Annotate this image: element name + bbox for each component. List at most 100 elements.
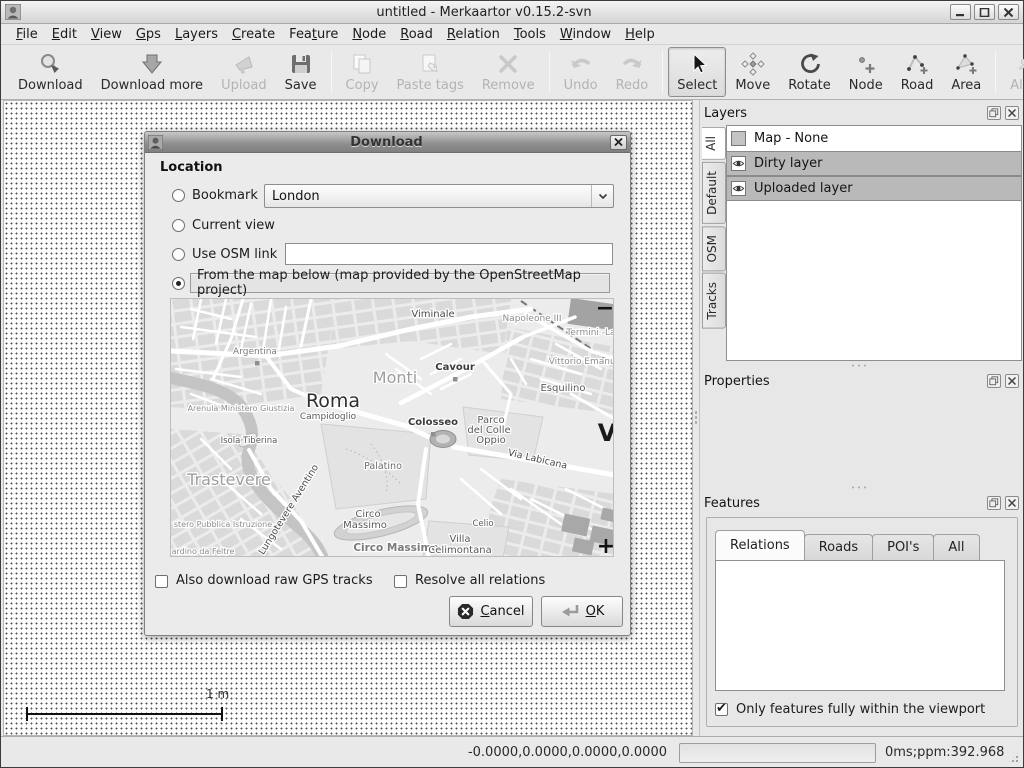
undo-icon (568, 50, 594, 78)
menu-tools[interactable]: Tools (507, 25, 553, 44)
toolbar-button-area[interactable]: Area (942, 47, 990, 97)
current-view-radio[interactable] (172, 219, 185, 232)
dialog-title: Download (163, 135, 610, 150)
gps-tracks-checkbox[interactable] (155, 575, 168, 588)
scale-label: 1 m (206, 687, 229, 701)
menu-window[interactable]: Window (553, 25, 618, 44)
features-panel-header: Features (704, 494, 1019, 512)
map-label-villa: Villa (449, 534, 470, 545)
from-map-radio[interactable] (172, 277, 185, 290)
layers-tab-tracks[interactable]: Tracks (702, 273, 726, 329)
osm-link-input[interactable] (285, 243, 613, 265)
toolbar-button-move[interactable]: Move (726, 47, 779, 97)
layers-tab-all[interactable]: All (702, 127, 726, 160)
cancel-button[interactable]: Cancel (449, 596, 533, 627)
features-tab-roads[interactable]: Roads (804, 534, 873, 560)
toolbar-button-copy[interactable]: Copy (337, 47, 388, 97)
map-zoom-out-button[interactable]: − (596, 299, 614, 321)
menu-feature[interactable]: Feature (282, 25, 345, 44)
layers-tab-default[interactable]: Default (702, 162, 726, 224)
toolbar-button-redo[interactable]: Redo (607, 47, 658, 97)
features-splitter[interactable] (850, 485, 868, 490)
toolbar-button-remove[interactable]: Remove (473, 47, 544, 97)
toolbar-button-download[interactable]: Download (9, 47, 92, 97)
features-float-icon[interactable] (987, 496, 1001, 510)
menu-file[interactable]: File (9, 25, 45, 44)
toolbar-button-label: Area (951, 78, 981, 93)
eye-icon[interactable] (731, 181, 746, 196)
toolbar-button-align[interactable]: Align (1001, 47, 1024, 97)
menu-node[interactable]: Node (345, 25, 393, 44)
layer-label: Uploaded layer (754, 181, 853, 196)
toolbar-separator (549, 51, 550, 93)
ok-button[interactable]: OK (541, 596, 623, 627)
toolbar-separator (331, 51, 332, 93)
map-label-circo: Circo (355, 509, 380, 520)
close-button[interactable] (998, 4, 1019, 20)
dialog-icon (148, 135, 163, 150)
layer-row-dirty-layer[interactable]: Dirty layer (727, 151, 1021, 176)
layers-close-icon[interactable] (1005, 106, 1019, 120)
minimize-button[interactable] (950, 4, 971, 20)
download-map-widget[interactable]: ViminaleNapoleone IIITermini -LaArgentin… (170, 298, 614, 557)
download-more-icon (139, 50, 165, 78)
features-list[interactable] (715, 560, 1005, 691)
map-label-vittorio-emanuele: Vittorio Emanuele (549, 357, 614, 367)
features-tab-relations[interactable]: Relations (715, 530, 805, 560)
bookmark-combo[interactable]: London (264, 184, 614, 208)
viewport-filter-checkbox[interactable] (715, 703, 728, 716)
toolbar-button-label: Node (849, 78, 883, 93)
menu-help[interactable]: Help (618, 25, 662, 44)
map-label-celimontana: Celimontana (428, 545, 491, 556)
toolbar-button-download-more[interactable]: Download more (92, 47, 212, 97)
menu-view[interactable]: View (84, 25, 129, 44)
layer-row-uploaded-layer[interactable]: Uploaded layer (727, 176, 1021, 201)
toolbar-button-rotate[interactable]: Rotate (779, 47, 840, 97)
toolbar-button-label: Download (18, 78, 83, 93)
dialog-title-bar[interactable]: Download (145, 132, 630, 153)
bookmark-radio[interactable] (172, 189, 185, 202)
map-label-termini-la: Termini -La (565, 328, 614, 338)
toolbar: Download Download moreUploadSaveCopyPaste… (1, 45, 1023, 100)
menu-gps[interactable]: Gps (129, 25, 168, 44)
progress-bar (679, 743, 876, 763)
toolbar-button-road[interactable]: Road (892, 47, 943, 97)
eye-icon[interactable] (731, 156, 746, 171)
menu-relation[interactable]: Relation (440, 25, 507, 44)
from-map-radio-label: From the map below (map provided by the … (190, 273, 610, 293)
properties-close-icon[interactable] (1005, 374, 1019, 388)
layer-row-map-none[interactable]: Map - None (727, 126, 1021, 151)
features-panel-title: Features (704, 496, 983, 511)
toolbar-button-label: Select (677, 78, 717, 93)
features-tab-all[interactable]: All (933, 534, 979, 560)
layer-checkbox[interactable] (731, 131, 746, 146)
toolbar-button-node[interactable]: Node (840, 47, 892, 97)
resize-grip-icon[interactable] (1007, 751, 1020, 764)
menu-edit[interactable]: Edit (45, 25, 84, 44)
features-tab-poi-s[interactable]: POI's (872, 534, 934, 560)
toolbar-button-select[interactable]: Select (668, 47, 726, 97)
map-label-monti: Monti (373, 368, 417, 387)
properties-float-icon[interactable] (987, 374, 1001, 388)
map-label-colosseo: Colosseo (408, 417, 458, 428)
resolve-relations-checkbox[interactable] (394, 575, 407, 588)
toolbar-button-upload[interactable]: Upload (212, 47, 276, 97)
toolbar-button-save[interactable]: Save (276, 47, 326, 97)
save-icon (288, 50, 314, 78)
map-zoom-in-button[interactable]: + (597, 534, 614, 557)
location-label: Location (160, 160, 223, 175)
menu-create[interactable]: Create (225, 25, 282, 44)
map-label-arenula-ministero-giustizia: Arenula Ministero Giustizia (188, 404, 295, 413)
osm-link-radio[interactable] (172, 248, 185, 261)
toolbar-button-paste-tags[interactable]: Paste tags (388, 47, 473, 97)
layers-tab-osm[interactable]: OSM (702, 226, 726, 271)
dialog-close-icon[interactable] (610, 135, 627, 150)
properties-splitter[interactable] (850, 363, 868, 368)
toolbar-button-undo[interactable]: Undo (555, 47, 607, 97)
maximize-button[interactable] (974, 4, 995, 20)
features-close-icon[interactable] (1005, 496, 1019, 510)
layers-float-icon[interactable] (987, 106, 1001, 120)
copy-icon (349, 50, 375, 78)
menu-road[interactable]: Road (393, 25, 440, 44)
menu-layers[interactable]: Layers (168, 25, 225, 44)
